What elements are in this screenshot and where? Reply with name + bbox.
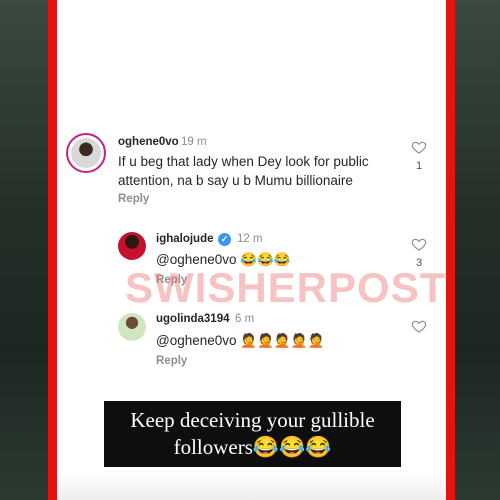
comment-text: @oghene0vo 🤦🤦🤦🤦🤦: [156, 333, 325, 348]
red-border-left: [48, 0, 57, 500]
heart-icon[interactable]: [411, 318, 427, 334]
red-border-right: [446, 0, 455, 500]
comment-time: 6 m: [235, 313, 255, 325]
avatar[interactable]: [118, 313, 146, 341]
caption-line-1: Keep deceiving your gullible: [130, 408, 375, 432]
comment-username[interactable]: ugolinda3194: [156, 313, 230, 325]
background-left: [0, 0, 48, 500]
caption-line-2: followers😂😂😂: [173, 435, 332, 459]
bottom-fade: [57, 472, 446, 500]
caption-overlay: Keep deceiving your gullible followers😂😂…: [104, 401, 401, 467]
comment-ugolinda3194: ugolinda3194 6 m @oghene0vo 🤦🤦🤦🤦🤦 Reply: [57, 0, 446, 380]
reply-button[interactable]: Reply: [156, 355, 187, 367]
background-right: [452, 0, 500, 500]
